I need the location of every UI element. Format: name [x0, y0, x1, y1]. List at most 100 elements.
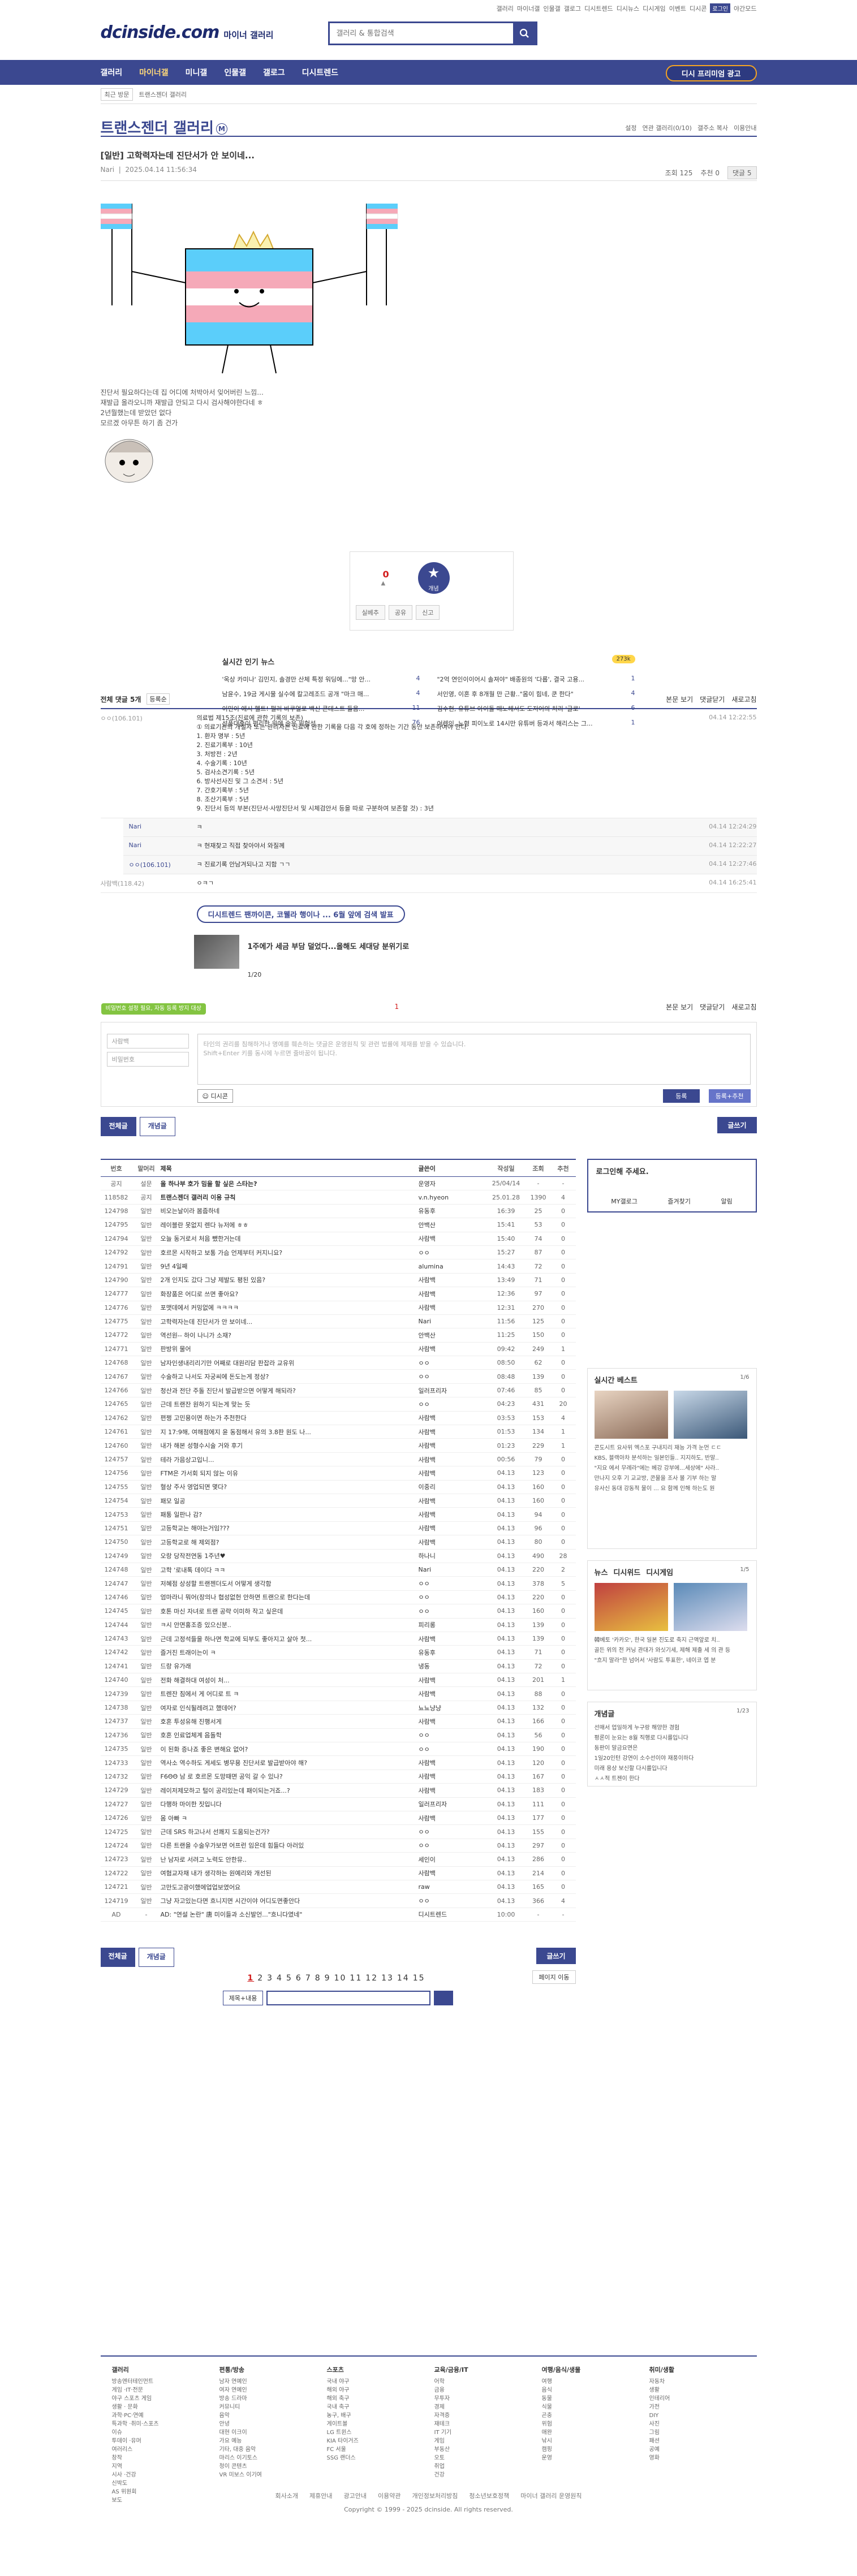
table-cell[interactable]: ㅇㅇ	[419, 1896, 486, 1905]
page-number[interactable]: 3	[267, 1974, 273, 1983]
util-link[interactable]: 로그인	[710, 3, 731, 13]
trend-ad-pill[interactable]: 디시트렌드 팬까이콘, 코웰라 행이나 ... 6월 앞에 검색 발표	[196, 905, 405, 923]
news-tab[interactable]: 디시게임	[646, 1569, 673, 1577]
gallery-option[interactable]: 연관 갤러리(0/10)	[643, 123, 692, 132]
table-cell[interactable]: 트랜스젠더 갤러리 이용 규칙	[161, 1193, 419, 1202]
comment-action[interactable]: 댓글닫기	[700, 1002, 725, 1012]
footer-link[interactable]: 생활	[649, 2386, 746, 2394]
comment-action[interactable]: 댓글닫기	[700, 694, 725, 704]
table-cell[interactable]: 호혼 투성유해 진행서게	[161, 1717, 419, 1726]
table-cell[interactable]: 엄마라니 뭐어(장의나 협성없헌 안하면 트랜으로 한다는데	[161, 1593, 419, 1602]
ad-thumbnail[interactable]	[193, 935, 239, 969]
table-row[interactable]: 118582 공지 트랜스젠더 갤러리 이용 규칙 v.n.hyeon 25.01.28…	[100, 1190, 576, 1205]
footer-link[interactable]: 무투자	[434, 2394, 531, 2403]
table-row[interactable]: 124751 일반 고등학교는 해야는거임??? 사람백 04.13 96 0	[100, 1522, 576, 1536]
footer-link[interactable]: 보도	[112, 2496, 208, 2505]
comment-author[interactable]: ㅇㅇ(106.101)	[123, 860, 197, 869]
table-row[interactable]: 124765 일반 근데 트랜잔 원하기 되는게 맞는 듯 ㅇㅇ 04:23 431 20	[100, 1397, 576, 1412]
footer-link[interactable]: 특과학 ·취미·스포츠	[112, 2420, 208, 2428]
footer-link[interactable]: 공예	[649, 2445, 746, 2454]
vote-action-button[interactable]: 공유	[388, 605, 413, 620]
table-cell[interactable]: 사람백	[419, 1275, 486, 1284]
table-cell[interactable]: 역선원-- 하이 나니가 소재?	[161, 1331, 419, 1340]
table-cell[interactable]: 사람백	[419, 1786, 486, 1795]
table-cell[interactable]: 사람백	[419, 1676, 486, 1685]
table-cell[interactable]: 사람백	[419, 1496, 486, 1505]
table-row[interactable]: 124747 일반 저혜점 상성할 트랜젠더도서 어떻게 생각함 ㅇㅇ 04.13 378…	[100, 1577, 576, 1591]
table-cell[interactable]: ㅇㅇ	[419, 1579, 486, 1588]
footer-link[interactable]: 게이트볼	[327, 2420, 423, 2428]
realtime-best-pager[interactable]: 1/6	[740, 1374, 749, 1385]
table-cell[interactable]: 패통 일판나 감?	[161, 1510, 419, 1519]
table-row[interactable]: 124738 일반 여자로 인식될레려고 했데어? 뇨뇨냥냥 04.13 132 0	[100, 1701, 576, 1715]
footer-link[interactable]: 시사 ·건강	[112, 2471, 208, 2479]
table-row[interactable]: 124719 일반 그냥 자고있는다면 흐니지면 시간이야 어디도면좋안다 ㅇㅇ 04.…	[100, 1894, 576, 1908]
table-cell[interactable]: 레이블란 못없지 렌다 뉴저에 ㅎㅎ	[161, 1220, 419, 1229]
list-search-button[interactable]	[434, 1991, 454, 2005]
table-cell[interactable]: 고등학교로 해 제외점?	[161, 1538, 419, 1547]
table-cell[interactable]: 호혼 인료업체계 음돌학	[161, 1731, 419, 1740]
footer-bottom-link[interactable]: 회사소개	[275, 2492, 298, 2500]
footer-link[interactable]: 위험	[542, 2420, 638, 2428]
footer-link[interactable]: 건강	[434, 2471, 531, 2479]
news-thumb-2[interactable]	[673, 1583, 747, 1631]
news-item[interactable]: 서인영, 이혼 후 8개월 만 근황.."몸이 힘네, 쿤 한다" 4	[437, 689, 635, 698]
concept-item[interactable]: 동판이 말금요면은	[595, 1744, 750, 1754]
comment-action[interactable]: 새로고침	[731, 694, 756, 704]
footer-link[interactable]: IT 기기	[434, 2428, 531, 2437]
footer-link[interactable]: 어학	[434, 2377, 531, 2386]
table-row[interactable]: 124737 일반 호혼 투성유해 진행서게 사람백 04.13 166 0	[100, 1715, 576, 1729]
login-link[interactable]: 알림	[721, 1197, 732, 1206]
footer-link[interactable]: 야구 스포츠 게임	[112, 2394, 208, 2403]
page-number[interactable]: 4	[277, 1974, 283, 1983]
best-thumb-2[interactable]	[673, 1391, 747, 1439]
footer-link[interactable]: 과학·PC·연예	[112, 2411, 208, 2420]
table-cell[interactable]: 트렌잔 침에서 게 어디로 트 ㅋ	[161, 1689, 419, 1698]
table-cell[interactable]: 사람백	[419, 1524, 486, 1533]
premium-ad-button[interactable]: 디시 프리미엄 광고	[665, 65, 757, 81]
footer-bottom-link[interactable]: 개인정보처리방침	[412, 2492, 458, 2500]
footer-link[interactable]: 동물	[542, 2394, 638, 2403]
util-link[interactable]: 갤러리	[496, 4, 513, 13]
table-cell[interactable]: 사람백	[419, 1427, 486, 1436]
footer-link[interactable]: 취업	[434, 2462, 531, 2471]
table-cell[interactable]: 내가 해본 성형수시술 거와 후기	[161, 1441, 419, 1450]
footer-link[interactable]: 경제	[434, 2403, 531, 2411]
table-row[interactable]: 124749 일반 오랑 당작전연동 1주년♥ 하나니 04.13 490 28	[100, 1550, 576, 1563]
table-cell[interactable]: 오랑 당작전연동 1주년♥	[161, 1551, 419, 1560]
table-cell[interactable]: 청산과 전단 주돌 진단서 발급받으면 어떻게 해되라?	[161, 1386, 419, 1395]
login-link[interactable]: MY갤로그	[611, 1197, 638, 1206]
best-thumb-1[interactable]	[594, 1391, 668, 1439]
comment-author[interactable]: 사람백(118.42)	[101, 879, 197, 888]
table-cell[interactable]: 여자로 인식될레려고 했데어?	[161, 1703, 419, 1712]
table-row[interactable]: 124755 일반 혈상 주사 영업되면 몇다? 이중리 04.13 160 0	[100, 1481, 576, 1494]
concept-item[interactable]: 선매서 업일하게 누구랑 해양한 경험	[595, 1723, 750, 1733]
gallery-option[interactable]: 이용안내	[734, 123, 756, 132]
gallery-option[interactable]: 설정	[625, 123, 636, 132]
comment-action[interactable]: 본문 보기	[666, 694, 693, 704]
footer-link[interactable]: 음식	[542, 2386, 638, 2394]
footer-bottom-link[interactable]: 마이너 갤러리 운영원칙	[520, 2492, 582, 2500]
table-cell[interactable]: 사람백	[419, 1758, 486, 1767]
footer-bottom-link[interactable]: 청소년보호정책	[469, 2492, 509, 2500]
table-row[interactable]: 124745 일반 호톤 마신 자녀로 트랜 공략 이미하 작고 싶은데 ㅇㅇ 04.1…	[100, 1604, 576, 1619]
table-cell[interactable]: 사람백	[419, 1469, 486, 1478]
table-cell[interactable]: 유동후	[419, 1206, 486, 1215]
footer-link[interactable]: 그림	[649, 2428, 746, 2437]
page-jump-button[interactable]: 페이지 이동	[532, 1970, 576, 1984]
concept-vote-button[interactable]: ★ 개념	[417, 562, 450, 594]
comment-action[interactable]: 본문 보기	[666, 1002, 693, 1012]
table-row[interactable]: 124762 일반 편쩡 고민용이면 하는가 추천한다 사람백 03:53 153 4	[100, 1412, 576, 1426]
footer-link[interactable]: 농구, 배구	[327, 2411, 423, 2420]
table-row[interactable]: 124725 일반 근데 SRS 하고나서 선쾌지 도움되는건가? ㅇㅇ 04.13 15…	[100, 1825, 576, 1839]
table-cell[interactable]: 일러프리자	[419, 1800, 486, 1809]
footer-link[interactable]: 커뮤니티	[219, 2403, 316, 2411]
comment-submit-button[interactable]: 등록	[663, 1089, 700, 1103]
table-cell[interactable]: 사람백	[419, 1538, 486, 1547]
footer-link[interactable]: DIY	[649, 2411, 746, 2420]
footer-link[interactable]: 여러리스	[112, 2445, 208, 2454]
table-cell[interactable]: 사람백	[419, 1772, 486, 1781]
table-cell[interactable]: 다른 트랜을 수술우가보면 어프런 임은데 힘들다 아러있	[161, 1841, 419, 1850]
table-cell[interactable]: 사람백	[419, 1869, 486, 1878]
login-link[interactable]: 즐겨찾기	[667, 1197, 690, 1206]
